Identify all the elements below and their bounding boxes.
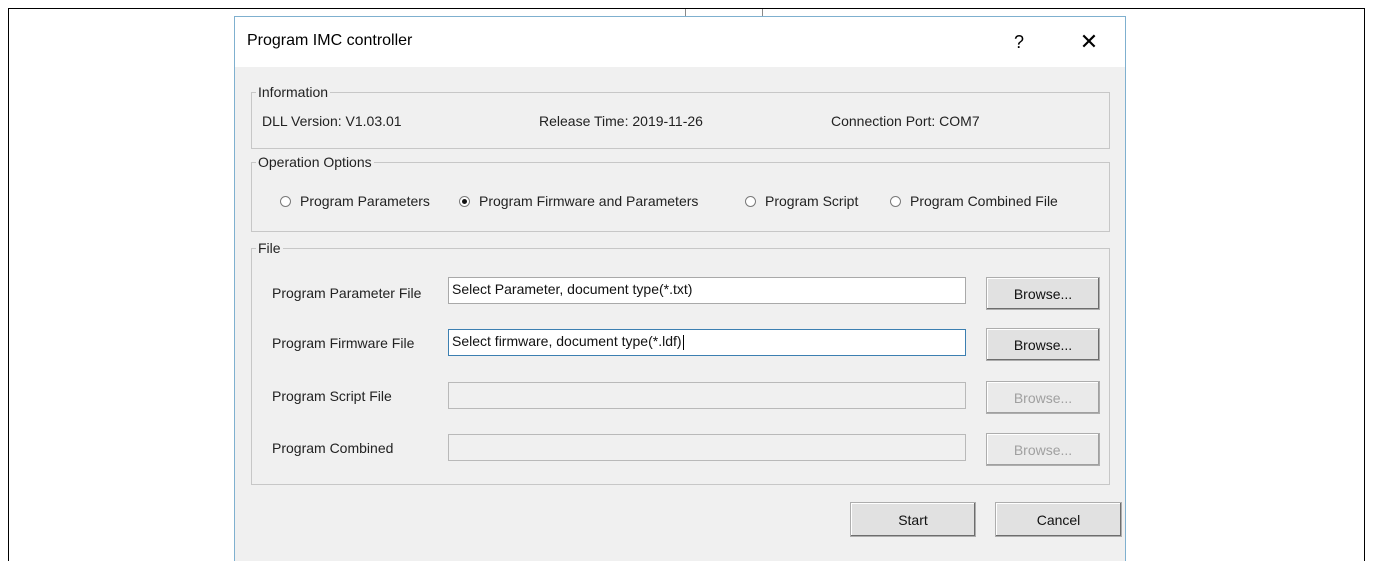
file-legend: File bbox=[258, 240, 281, 256]
firmware-file-input[interactable]: Select firmware, document type(*.ldf) bbox=[448, 329, 966, 356]
release-time: Release Time: 2019-11-26 bbox=[539, 113, 703, 129]
connection-port: Connection Port: COM7 bbox=[831, 113, 980, 129]
close-button[interactable]: ✕ bbox=[1069, 25, 1109, 59]
script-browse-button: Browse... bbox=[986, 381, 1100, 414]
page-frame-left bbox=[8, 8, 9, 561]
radio-label: Program Parameters bbox=[300, 193, 430, 209]
combined-file-label: Program Combined bbox=[272, 440, 394, 456]
parameter-file-value: Select Parameter, document type(*.txt) bbox=[452, 281, 693, 297]
firmware-file-label: Program Firmware File bbox=[272, 335, 415, 351]
page-frame-top bbox=[8, 8, 1365, 9]
firmware-file-value: Select firmware, document type(*.ldf) bbox=[452, 333, 682, 349]
parameter-browse-button[interactable]: Browse... bbox=[986, 277, 1100, 310]
help-icon: ? bbox=[1013, 31, 1024, 52]
cancel-button[interactable]: Cancel bbox=[995, 502, 1122, 537]
script-file-label: Program Script File bbox=[272, 388, 392, 404]
radio-indicator bbox=[745, 195, 756, 207]
radio-program-combined-file[interactable]: Program Combined File bbox=[890, 193, 1058, 209]
firmware-browse-button[interactable]: Browse... bbox=[986, 328, 1100, 361]
help-button[interactable]: ? bbox=[999, 25, 1039, 59]
dialog-title: Program IMC controller bbox=[247, 32, 413, 49]
dll-version: DLL Version: V1.03.01 bbox=[262, 113, 402, 129]
combined-file-input bbox=[448, 434, 966, 461]
radio-label: Program Firmware and Parameters bbox=[479, 193, 699, 209]
radio-indicator bbox=[890, 195, 901, 207]
radio-indicator-selected bbox=[459, 195, 470, 207]
radio-program-firmware-and-parameters[interactable]: Program Firmware and Parameters bbox=[459, 193, 698, 209]
combined-browse-button: Browse... bbox=[986, 433, 1100, 466]
start-button[interactable]: Start bbox=[850, 502, 976, 537]
radio-program-script[interactable]: Program Script bbox=[745, 193, 858, 209]
close-icon: ✕ bbox=[1079, 29, 1099, 54]
radio-indicator bbox=[280, 195, 291, 207]
text-caret bbox=[682, 334, 684, 350]
information-legend: Information bbox=[258, 84, 329, 100]
program-imc-dialog: Program IMC controller ? ✕ Information D… bbox=[234, 16, 1126, 561]
title-bar: Program IMC controller ? ✕ bbox=[235, 17, 1125, 67]
radio-label: Program Script bbox=[765, 193, 859, 209]
parameter-file-label: Program Parameter File bbox=[272, 285, 422, 301]
radio-label: Program Combined File bbox=[910, 193, 1058, 209]
page-frame-right bbox=[1364, 8, 1365, 561]
parameter-file-input[interactable]: Select Parameter, document type(*.txt) bbox=[448, 277, 966, 304]
script-file-input bbox=[448, 382, 966, 409]
operation-options-legend: Operation Options bbox=[258, 154, 372, 170]
radio-program-parameters[interactable]: Program Parameters bbox=[280, 193, 430, 209]
